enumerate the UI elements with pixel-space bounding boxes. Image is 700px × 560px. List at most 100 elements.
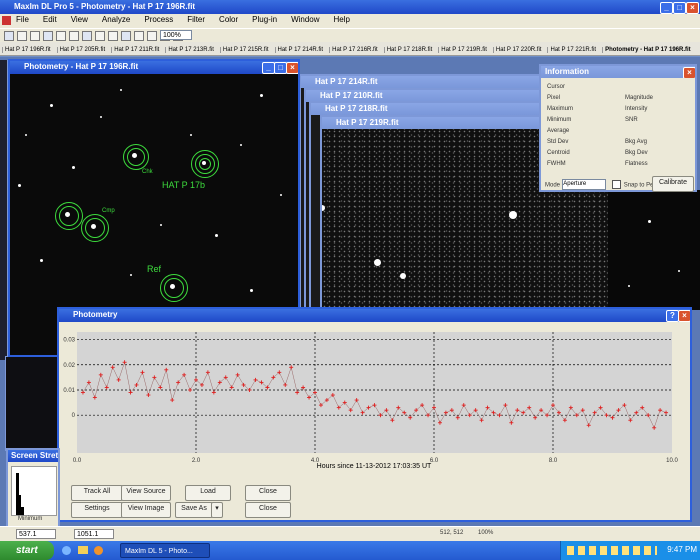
system-tray: 9:47 PM [560,541,700,560]
settings-button[interactable]: Settings [71,502,123,518]
y-tick-label: 0.02 [63,363,75,369]
info-value: SNR [625,117,638,123]
load-button[interactable]: Load [185,485,231,501]
calibrate-button[interactable]: Calibrate [652,176,694,192]
clock: 9:47 PM [667,545,697,554]
save-as-dropdown[interactable]: ▾ [211,502,223,518]
quicklaunch-media-icon[interactable] [94,546,103,555]
stretch-value-field[interactable]: 537.1 [16,529,56,539]
info-value: Bkg Dev [625,150,648,156]
reference-label: Ref [147,264,162,274]
snap-checkbox[interactable] [612,180,622,189]
quicklaunch-ie-icon[interactable] [62,546,71,555]
view-image-button[interactable]: View Image [121,502,171,518]
info-key: Maximum [547,106,574,112]
tray-icons[interactable] [567,546,657,555]
doc-tab[interactable]: Hat P 17 205R.fit [56,47,108,53]
info-value: Flatness [625,161,648,167]
doc-tab[interactable]: Hat P 17 196R.fit [2,47,53,53]
photometry-close-button[interactable]: × [678,310,690,322]
menu-color[interactable]: Color [219,15,238,24]
save-as-button[interactable]: Save As [175,502,213,518]
doc-tab[interactable]: Hat P 17 221R.fit [547,47,599,53]
paste-icon[interactable] [82,31,92,41]
copy-icon[interactable] [69,31,79,41]
doc-tab[interactable]: Hat P 17 220R.fit [492,47,544,53]
light-curve-plot[interactable]: 0.0 2.0 4.0 6.0 8.0 10.00.030.020.010 Hours s… [59,322,690,470]
info-row: FWHM Flatness [547,161,692,172]
menu-analyze[interactable]: Analyze [102,15,130,24]
new-icon[interactable] [4,31,14,41]
doc-tab[interactable]: Hat P 17 218R.fit [383,47,435,53]
info-key: FWHM [547,161,566,167]
menu-edit[interactable]: Edit [43,15,57,24]
screen-stretch-window[interactable]: Screen Stretch Minimum [6,448,60,528]
doc-tab[interactable]: Hat P 17 216R.fit [329,47,380,53]
menu-bar: File Edit View Analyze Process Filter Color Plu… [0,14,700,28]
info-row: Centroid Bkg Dev [547,150,692,161]
doc-tab[interactable]: Hat P 17 213R.fit [165,47,216,53]
information-window[interactable]: Information × Cursor Pixel Magnitude Maximu… [539,64,697,192]
doc-tab[interactable]: Hat P 17 214R.fit [274,47,326,53]
document-tabs: Hat P 17 196R.fit Hat P 17 205R.fit Hat P … [0,42,700,56]
information-title: Information [545,67,589,76]
doc-tab[interactable]: Photometry - Hat P 17 196R.fit [602,47,693,53]
status-field[interactable]: 1051.1 [74,529,114,539]
app-title-bar[interactable]: MaxIm DL Pro 5 - Photometry - Hat P 17 1… [0,0,700,14]
close-button-top[interactable]: Close [245,485,291,501]
app-icon [2,16,11,25]
info-close-button[interactable]: × [683,67,695,78]
menu-file[interactable]: File [16,15,29,24]
photometry-window[interactable]: Photometry ? × 0.0 2.0 4.0 6.0 8.0 10.0 0.03 0.… [57,307,692,522]
doc-tab[interactable]: Hat P 17 211R.fit [111,47,162,53]
image-window-title-bar[interactable]: Photometry - Hat P 17 196R.fit _ □ × [10,61,298,74]
y-tick-label: 0.03 [63,338,75,344]
cut-icon[interactable] [56,31,66,41]
start-button[interactable]: start [0,541,54,560]
view-source-button[interactable]: View Source [121,485,171,501]
info-value: Intensity [625,106,648,112]
zoom-value: 100% [163,32,181,39]
image-window-title: Photometry - Hat P 17 196R.fit [24,62,139,71]
print-icon[interactable] [43,31,53,41]
menu-filter[interactable]: Filter [187,15,205,24]
undo-icon[interactable] [95,31,105,41]
track-all-button[interactable]: Track All [71,485,123,501]
save-icon[interactable] [30,31,40,41]
screen-icon[interactable] [134,31,144,41]
quicklaunch-folder-icon[interactable] [78,546,88,554]
star [509,211,517,219]
image-close-button[interactable]: × [286,62,298,74]
left-lower-windows [5,356,60,451]
minimize-button[interactable]: _ [660,2,673,14]
information-title-bar[interactable]: Information × [541,66,695,78]
menu-view[interactable]: View [71,15,88,24]
info-row: Pixel Magnitude [547,95,692,106]
close-button-bottom[interactable]: Close [245,502,291,518]
taskbar-item-maxim[interactable]: MaxIm DL 5 - Photo... [120,543,210,558]
menu-help[interactable]: Help [334,15,350,24]
info-icon[interactable] [121,31,131,41]
taskbar: start MaxIm DL 5 - Photo... 9:47 PM [0,541,700,560]
doc-tab[interactable]: Hat P 17 215R.fit [219,47,271,53]
x-tick-label: 8.0 [549,458,558,464]
photometry-title-bar[interactable]: Photometry ? × [59,309,690,322]
photometry-title: Photometry [73,310,118,319]
zoom-select[interactable]: 100% [160,30,192,40]
open-icon[interactable] [17,31,27,41]
menu-plug-in[interactable]: Plug-in [252,15,277,24]
zoom-in-icon[interactable] [147,31,157,41]
x-tick-label: 2.0 [192,458,201,464]
close-button[interactable]: × [686,2,699,14]
menu-window[interactable]: Window [291,15,319,24]
menu-process[interactable]: Process [144,15,173,24]
info-row: Maximum Intensity [547,106,692,117]
y-tick-label: 0.01 [63,388,75,394]
mode-value: Aperture [563,181,587,187]
status-bar: 537.1 1051.1 512, 512 100% [0,526,700,541]
mode-select[interactable]: Aperture [562,179,607,190]
doc-tab[interactable]: Hat P 17 219R.fit [438,47,489,53]
image-icon[interactable] [108,31,118,41]
screen-stretch-title-bar[interactable]: Screen Stretch [8,450,58,462]
maximize-button[interactable]: □ [673,2,686,14]
